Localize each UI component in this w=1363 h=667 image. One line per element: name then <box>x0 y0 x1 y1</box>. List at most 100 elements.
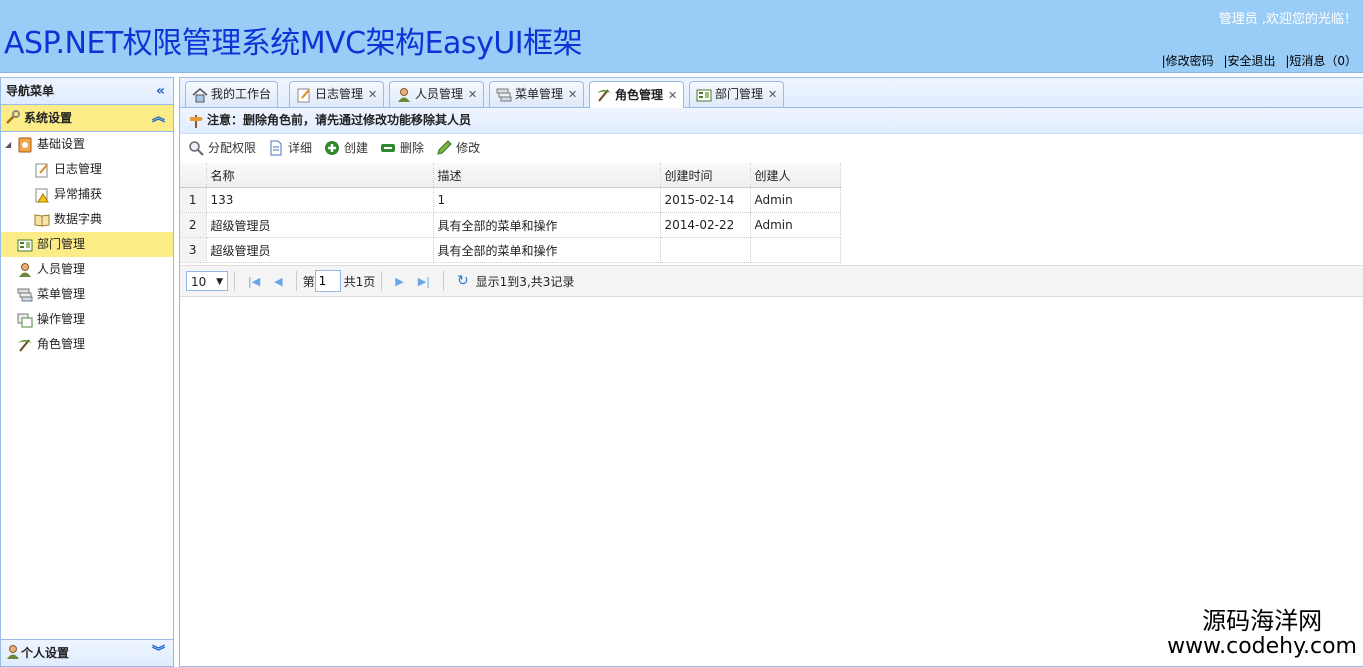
close-icon[interactable]: ✕ <box>568 82 577 107</box>
header: ASP.NET权限管理系统MVC架构EasyUI框架 管理员 ,欢迎您的光临！ … <box>0 0 1363 73</box>
delete-button[interactable]: 删除 <box>380 134 424 162</box>
close-icon[interactable]: ✕ <box>768 82 777 107</box>
pager-separator <box>381 271 383 291</box>
first-page-icon[interactable]: |◀ <box>248 275 260 288</box>
sidebar-item-label: 角色管理 <box>37 337 86 351</box>
grid-toolbar: 分配权限 详细 创建 删除 修改 <box>180 134 1363 162</box>
table-row[interactable]: 3 超级管理员 具有全部的菜单和操作 <box>180 237 841 263</box>
watermark-url: www.codehy.com <box>1167 634 1357 659</box>
app-title: ASP.NET权限管理系统MVC架构EasyUI框架 <box>4 26 583 61</box>
tab-roles[interactable]: 角色管理 ✕ <box>589 81 685 108</box>
tab-department[interactable]: 部门管理 ✕ <box>689 81 785 107</box>
assign-permission-label: 分配权限 <box>208 141 257 155</box>
cell-created-time: 2015-02-14 <box>660 187 751 213</box>
pager-separator <box>442 271 444 291</box>
tab-workbench[interactable]: 我的工作台 <box>185 81 279 107</box>
pager-info: 显示1到3,共3记录 <box>475 274 575 289</box>
delete-label: 删除 <box>400 141 425 155</box>
sidebar-item-log[interactable]: 日志管理 <box>1 157 173 182</box>
assign-permission-button[interactable]: 分配权限 <box>188 134 256 162</box>
messages-link[interactable]: |短消息（0） <box>1285 54 1357 68</box>
pager-separator <box>295 271 297 291</box>
next-page-icon[interactable]: ▶ <box>395 275 403 288</box>
accordion-system-settings[interactable]: 系统设置 ︽ <box>1 105 173 132</box>
sidebar-item-operations[interactable]: 操作管理 <box>1 307 173 332</box>
create-label: 创建 <box>344 141 369 155</box>
notice-text: 注意：删除角色前，请先通过修改功能移除其人员 <box>207 113 472 127</box>
accordion-personal-settings[interactable]: 个人设置 ︾ <box>1 639 173 666</box>
column-header-name[interactable]: 名称 <box>206 163 434 188</box>
tab-users[interactable]: 人员管理 ✕ <box>389 81 485 107</box>
tab-menus[interactable]: 菜单管理 ✕ <box>489 81 585 107</box>
refresh-icon[interactable]: ↻ <box>457 273 469 289</box>
sidebar-item-users[interactable]: 人员管理 <box>1 257 173 282</box>
tab-log[interactable]: 日志管理 ✕ <box>289 81 385 107</box>
remove-icon <box>381 144 396 152</box>
watermark: 源码海洋网 www.codehy.com <box>1167 608 1357 660</box>
column-header-creator[interactable]: 创建人 <box>750 163 841 188</box>
table-header-row: 名称 描述 创建时间 创建人 <box>180 163 841 188</box>
chevron-up-icon[interactable]: ︽ <box>152 105 165 131</box>
magnifier-icon <box>189 141 204 156</box>
cell-description: 具有全部的菜单和操作 <box>433 212 661 238</box>
close-icon[interactable]: ✕ <box>368 82 377 107</box>
row-number: 2 <box>180 212 207 238</box>
accordion-title-label: 系统设置 <box>24 111 73 125</box>
user-icon <box>398 87 410 102</box>
cell-name: 超级管理员 <box>206 212 434 238</box>
tree-expand-icon[interactable]: ◢ <box>5 132 17 157</box>
chevron-down-icon[interactable]: ︾ <box>152 640 165 666</box>
sidebar-item-exceptions[interactable]: 异常捕获 <box>1 182 173 207</box>
row-number: 1 <box>180 187 207 213</box>
edit-label: 修改 <box>456 141 481 155</box>
column-header-created-time[interactable]: 创建时间 <box>660 163 751 188</box>
prev-page-icon[interactable]: ◀ <box>274 275 282 288</box>
table-row[interactable]: 1 133 1 2015-02-14 Admin <box>180 187 841 213</box>
create-button[interactable]: 创建 <box>324 134 368 162</box>
sidebar-item-label: 基础设置 <box>37 137 86 151</box>
cell-created-time: 2014-02-22 <box>660 212 751 238</box>
sidebar-item-label: 日志管理 <box>54 162 103 176</box>
menu-icon <box>496 88 512 101</box>
sidebar-item-dictionary[interactable]: 数据字典 <box>1 207 173 232</box>
log-edit-icon <box>297 88 310 102</box>
operation-icon <box>17 313 33 327</box>
sidebar-item-label: 部门管理 <box>37 237 86 251</box>
sidebar-item-label: 菜单管理 <box>37 287 86 301</box>
detail-button[interactable]: 详细 <box>268 134 312 162</box>
page-number-input[interactable] <box>314 270 341 292</box>
pager-separator <box>234 271 235 291</box>
tab-bar: 我的工作台 日志管理 ✕ 人员管理 ✕ 菜单管理 ✕ 角色管理 ✕ 部门管理 ✕ <box>180 78 1363 108</box>
sidebar-item-roles[interactable]: 角色管理 <box>1 332 173 357</box>
signpost-icon <box>190 114 203 128</box>
sidebar-item-label: 操作管理 <box>37 312 86 326</box>
close-icon[interactable]: ✕ <box>668 83 677 108</box>
close-icon[interactable]: ✕ <box>468 82 477 107</box>
cell-creator: Admin <box>750 187 841 213</box>
sidebar-item-menus[interactable]: 菜单管理 <box>1 282 173 307</box>
pencil-icon <box>437 140 452 155</box>
sidebar-item-basic-settings[interactable]: ◢ 基础设置 <box>1 132 173 157</box>
edit-button[interactable]: 修改 <box>436 134 480 162</box>
collapse-left-icon[interactable]: « <box>156 78 165 104</box>
sidebar-item-label: 数据字典 <box>54 212 103 226</box>
accordion-title-label: 个人设置 <box>21 646 70 660</box>
book-icon <box>34 213 50 227</box>
column-header-description[interactable]: 描述 <box>433 163 661 188</box>
sidebar-item-department[interactable]: 部门管理 <box>1 232 173 257</box>
table-row[interactable]: 2 超级管理员 具有全部的菜单和操作 2014-02-22 Admin <box>180 212 841 238</box>
welcome-text: 管理员 ,欢迎您的光临！ <box>1218 12 1357 27</box>
department-icon <box>17 239 33 251</box>
row-number-header <box>180 163 207 188</box>
last-page-icon[interactable]: ▶| <box>418 275 430 288</box>
page-size-select[interactable]: 10 ▼ <box>186 271 228 291</box>
logout-link[interactable]: |安全退出 <box>1223 54 1275 68</box>
dropdown-arrow-icon: ▼ <box>216 277 223 287</box>
page-size-value: 10 <box>191 275 207 289</box>
notice-bar: 注意：删除角色前，请先通过修改功能移除其人员 <box>180 108 1363 134</box>
role-icon <box>18 338 32 352</box>
document-icon <box>270 140 282 156</box>
sidebar-item-label: 人员管理 <box>37 262 86 276</box>
cell-creator: Admin <box>750 212 841 238</box>
change-password-link[interactable]: |修改密码 <box>1162 54 1214 68</box>
